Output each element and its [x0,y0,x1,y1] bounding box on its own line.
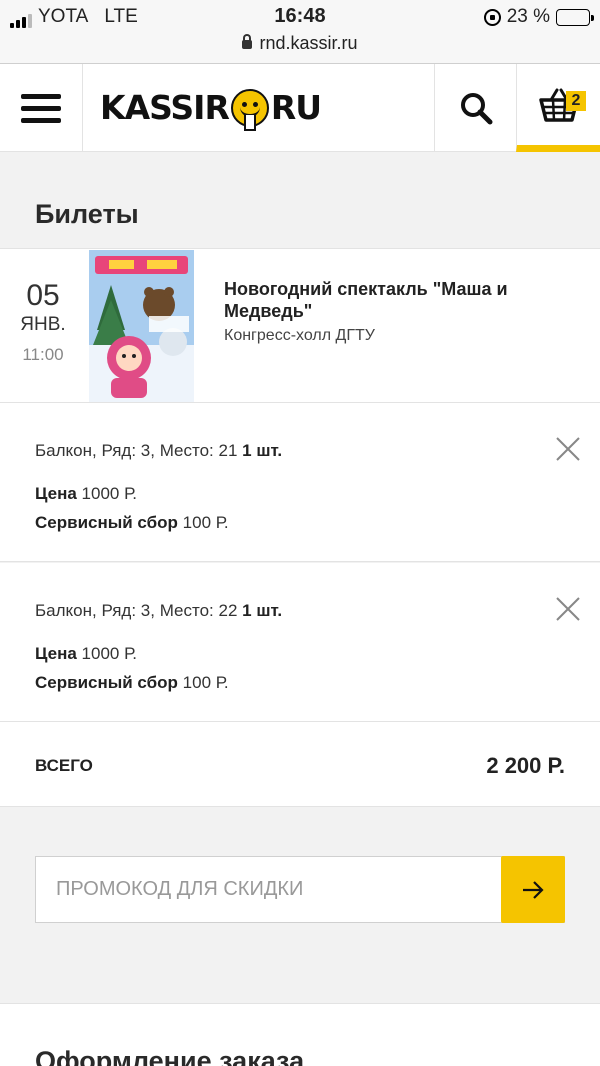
ticket-item: Балкон, Ряд: 3, Место: 21 1 шт. Цена 100… [0,403,600,562]
search-button[interactable] [434,64,516,152]
battery-percent: 23 % [506,6,550,27]
smiley-icon [230,88,269,131]
price-value: 1000 Р. [81,484,137,503]
cart-button[interactable]: 2 [516,64,600,152]
hamburger-icon-line [21,105,61,111]
promo-code-input[interactable] [36,857,501,922]
fee-value: 100 Р. [182,513,229,532]
ticket-service-fee: Сервисный сбор 100 Р. [35,673,229,693]
site-header: KASSIR RU 2 [0,64,600,152]
status-bar: YOTA LTE 16:48 23 % rnd.kassir.ru [0,0,600,64]
hamburger-icon [21,93,61,99]
ticket-item: Балкон, Ряд: 3, Место: 22 1 шт. Цена 100… [0,563,600,722]
event-card[interactable]: 05 ЯНВ. 11:00 Новогодний спектакль "Маша… [0,248,600,403]
price-label: Цена [35,484,77,503]
remove-ticket-close-icon[interactable] [555,596,581,622]
cart-count-badge: 2 [566,91,586,111]
arrow-right-icon [523,880,544,899]
url-text: rnd.kassir.ru [259,33,358,53]
fee-label: Сервисный сбор [35,673,178,692]
price-value: 1000 Р. [81,644,137,663]
rotation-lock-icon [483,8,501,26]
battery-icon [556,8,594,26]
ticket-seat: Балкон, Ряд: 3, Место: 22 1 шт. [35,601,282,621]
promo-submit-button[interactable] [501,856,565,923]
site-logo[interactable]: KASSIR RU [83,64,434,151]
fee-label: Сервисный сбор [35,513,178,532]
remove-ticket-close-icon[interactable] [555,436,581,462]
ticket-qty: 1 шт. [242,601,283,620]
event-month: ЯНВ. [20,314,66,335]
event-day: 05 [26,279,60,312]
ticket-service-fee: Сервисный сбор 100 Р. [35,513,229,533]
ticket-qty: 1 шт. [242,441,283,460]
event-title[interactable]: Новогодний спектакль "Маша и Медведь" [224,278,564,322]
event-poster-image[interactable] [89,250,194,402]
promo-code-form [35,856,565,923]
menu-button[interactable] [0,64,83,152]
fee-value: 100 Р. [182,673,229,692]
search-icon [460,93,492,125]
status-right: 23 % [483,6,594,28]
event-time: 11:00 [22,345,64,364]
total-value: 2 200 Р. [486,753,565,778]
hamburger-icon-line [21,117,61,123]
event-venue: Конгресс-холл ДГТУ [224,327,375,344]
price-label: Цена [35,644,77,663]
seat-text: Балкон, Ряд: 3, Место: 21 [35,441,238,460]
ticket-seat: Балкон, Ряд: 3, Место: 21 1 шт. [35,441,282,461]
order-total: ВСЕГО 2 200 Р. [0,722,600,807]
checkout-title: Оформление заказа [35,1046,305,1066]
seat-text: Балкон, Ряд: 3, Место: 22 [35,601,238,620]
total-label: ВСЕГО [35,756,93,775]
checkout-section: Оформление заказа [0,1003,600,1066]
address-bar[interactable]: rnd.kassir.ru [0,33,600,54]
lock-icon [242,34,253,49]
ticket-price: Цена 1000 Р. [35,644,137,664]
ticket-price: Цена 1000 Р. [35,484,137,504]
logo-text-right: RU [270,88,322,127]
logo-text-left: KASSIR [100,88,230,127]
page-title: Билеты [35,199,139,229]
